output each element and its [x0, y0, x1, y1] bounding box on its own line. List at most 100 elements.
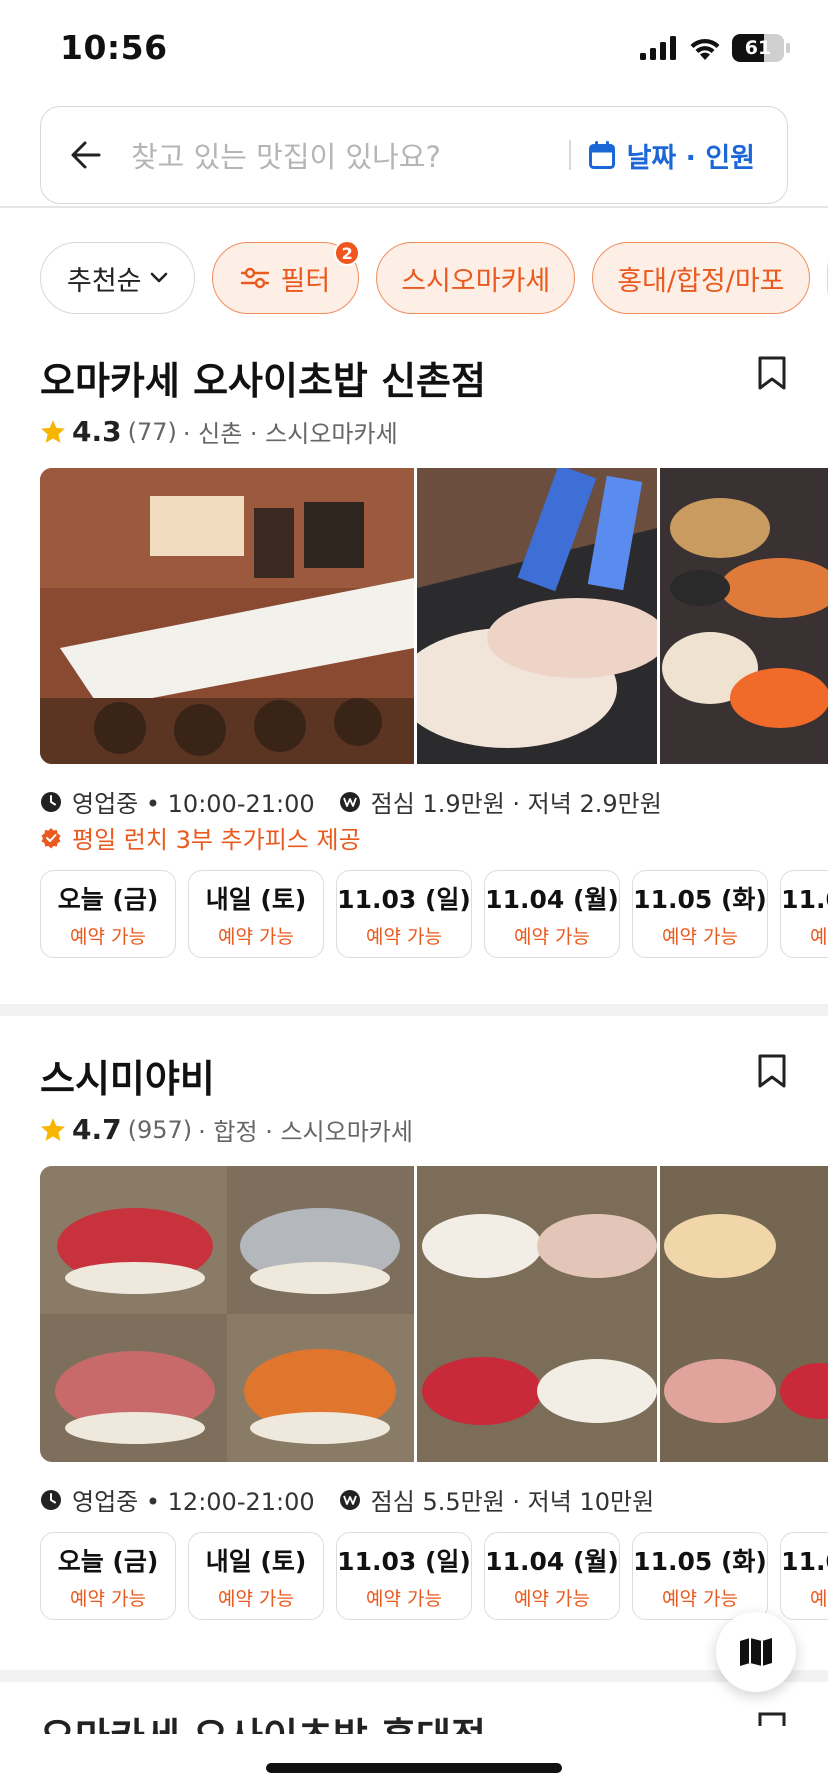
- date-option[interactable]: 내일 (토) 예약 가능: [188, 1532, 324, 1620]
- restaurant-photo[interactable]: [417, 1166, 657, 1462]
- hours-price-line: 영업중 • 10:00-21:00 점심 1.9만원 · 저녁 2.9만원: [40, 784, 662, 819]
- bookmark-button[interactable]: [758, 1054, 786, 1092]
- photo-carousel[interactable]: [40, 1166, 828, 1462]
- search-divider: [569, 140, 571, 170]
- restaurant-photo[interactable]: [40, 1166, 414, 1462]
- availability-label: 예약 가능: [366, 925, 442, 948]
- date-option[interactable]: 11.05 (화) 예약 가능: [632, 1532, 768, 1620]
- date-label: 오늘 (금): [57, 1546, 159, 1576]
- date-option[interactable]: 11.05 (화) 예약 가능: [632, 870, 768, 958]
- date-label: 11.06 (수): [781, 884, 828, 914]
- map-view-button[interactable]: [716, 1612, 796, 1692]
- review-count: (957): [127, 1115, 193, 1144]
- restaurant-photo[interactable]: [417, 468, 657, 764]
- price-range: 점심 5.5만원 · 저녁 10만원: [370, 1488, 655, 1516]
- hours-price-line: 영업중 • 12:00-21:00 점심 5.5만원 · 저녁 10만원: [40, 1482, 654, 1517]
- search-input[interactable]: 찾고 있는 맛집이 있나요?: [131, 134, 569, 176]
- rating-line: 4.7 (957) · 합정 · 스시오마카세: [40, 1112, 413, 1147]
- clock-icon: [41, 791, 61, 812]
- availability-label: 예약 가능: [366, 1587, 442, 1610]
- clock-icon: [41, 1489, 61, 1510]
- filter-count-badge: 2: [334, 242, 361, 266]
- restaurant-photo[interactable]: [660, 468, 828, 764]
- restaurant-photo[interactable]: [660, 1166, 828, 1462]
- date-label: 11.03 (일): [337, 884, 471, 914]
- signal-icon: [640, 36, 676, 60]
- availability-label: 예약 가능: [662, 925, 738, 948]
- date-label: 내일 (토): [205, 1546, 307, 1576]
- category-chip[interactable]: 스시오마카세: [376, 242, 576, 314]
- sort-chip[interactable]: 추천순: [40, 242, 195, 314]
- promo-line: 평일 런치 3부 추가피스 제공: [40, 820, 361, 855]
- availability-label: 예약 가능: [810, 925, 828, 948]
- home-indicator[interactable]: [266, 1763, 562, 1773]
- rating-score: 4.7: [72, 1113, 122, 1146]
- restaurant-card[interactable]: 스시미야비 4.7 (957) · 합정 · 스시오마카세 영업중 • 12:0…: [0, 1048, 828, 1628]
- date-label: 11.04 (월): [485, 1546, 619, 1576]
- reservation-dates: 오늘 (금) 예약 가능 내일 (토) 예약 가능 11.03 (일) 예약 가능 1…: [40, 1532, 828, 1620]
- battery-tip: [786, 43, 790, 53]
- section-separator: [0, 1670, 828, 1682]
- date-option[interactable]: 내일 (토) 예약 가능: [188, 870, 324, 958]
- date-people-button[interactable]: 날짜 · 인원: [588, 136, 787, 175]
- restaurant-name[interactable]: 오마카세 오사이초밥 신촌점: [40, 350, 486, 405]
- status-icons: 61: [640, 34, 790, 62]
- availability-label: 예약 가능: [70, 925, 146, 948]
- filter-chip-row: 추천순 필터 2 스시오마카세 홍대/합정/마포: [40, 242, 828, 314]
- search-bar[interactable]: 찾고 있는 맛집이 있나요? 날짜 · 인원: [40, 106, 788, 204]
- date-option[interactable]: 오늘 (금) 예약 가능: [40, 1532, 176, 1620]
- date-option[interactable]: 오늘 (금) 예약 가능: [40, 870, 176, 958]
- rating-line: 4.3 (77) · 신촌 · 스시오마카세: [40, 414, 398, 449]
- date-option[interactable]: 11.06 (수) 예약 가능: [780, 1532, 828, 1620]
- status-bar: 10:56 61: [0, 0, 828, 100]
- availability-label: 예약 가능: [218, 925, 294, 948]
- bookmark-button[interactable]: [758, 356, 786, 394]
- availability-label: 예약 가능: [514, 1587, 590, 1610]
- bookmark-icon: [758, 1054, 786, 1088]
- restaurant-name[interactable]: 스시미야비: [40, 1048, 215, 1103]
- won-icon: [339, 791, 360, 812]
- date-label: 오늘 (금): [57, 884, 159, 914]
- filter-sliders-icon: [240, 267, 269, 289]
- wifi-icon: [690, 38, 720, 60]
- battery-icon: 61: [732, 34, 784, 62]
- availability-label: 예약 가능: [810, 1587, 828, 1610]
- bookmark-icon[interactable]: [758, 1712, 786, 1726]
- promo-text: 평일 런치 3부 추가피스 제공: [72, 826, 361, 854]
- bookmark-icon: [758, 356, 786, 390]
- filter-chip[interactable]: 필터 2: [211, 242, 361, 314]
- availability-label: 예약 가능: [70, 1587, 146, 1610]
- restaurant-meta: · 신촌 · 스시오마카세: [182, 420, 398, 448]
- rating-score: 4.3: [72, 415, 122, 448]
- date-label: 11.05 (화): [633, 884, 767, 914]
- date-label: 11.05 (화): [633, 1546, 767, 1576]
- date-label: 11.03 (일): [337, 1546, 471, 1576]
- date-people-label: 날짜 · 인원: [626, 142, 755, 174]
- reservation-dates: 오늘 (금) 예약 가능 내일 (토) 예약 가능 11.03 (일) 예약 가능 1…: [40, 870, 828, 958]
- date-option[interactable]: 11.03 (일) 예약 가능: [336, 870, 472, 958]
- chevron-down-icon: [150, 272, 167, 283]
- back-button[interactable]: [41, 106, 131, 204]
- date-label: 내일 (토): [205, 884, 307, 914]
- photo-carousel[interactable]: [40, 468, 828, 764]
- calendar-icon: [588, 141, 615, 169]
- date-option[interactable]: 11.03 (일) 예약 가능: [336, 1532, 472, 1620]
- map-icon: [740, 1638, 772, 1666]
- battery-percent: 61: [744, 37, 772, 59]
- price-range: 점심 1.9만원 · 저녁 2.9만원: [370, 790, 662, 818]
- star-icon: [41, 1118, 65, 1141]
- restaurant-card[interactable]: 오마카세 오사이초밥 신촌점 4.3 (77) · 신촌 · 스시오마카세 영업…: [0, 350, 828, 970]
- availability-label: 예약 가능: [662, 1587, 738, 1610]
- date-option[interactable]: 11.04 (월) 예약 가능: [484, 1532, 620, 1620]
- back-arrow-icon: [71, 141, 101, 169]
- restaurant-photo[interactable]: [40, 468, 414, 764]
- review-count: (77): [127, 417, 177, 446]
- area-chip[interactable]: 홍대/합정/마포: [592, 242, 810, 314]
- business-hours: 영업중 • 12:00-21:00: [72, 1488, 315, 1516]
- date-option[interactable]: 11.06 (수) 예약 가능: [780, 870, 828, 958]
- section-separator: [0, 1004, 828, 1016]
- sort-label: 추천순: [67, 265, 142, 297]
- business-hours: 영업중 • 10:00-21:00: [72, 790, 315, 818]
- date-option[interactable]: 11.04 (월) 예약 가능: [484, 870, 620, 958]
- restaurant-meta: · 합정 · 스시오마카세: [198, 1118, 413, 1146]
